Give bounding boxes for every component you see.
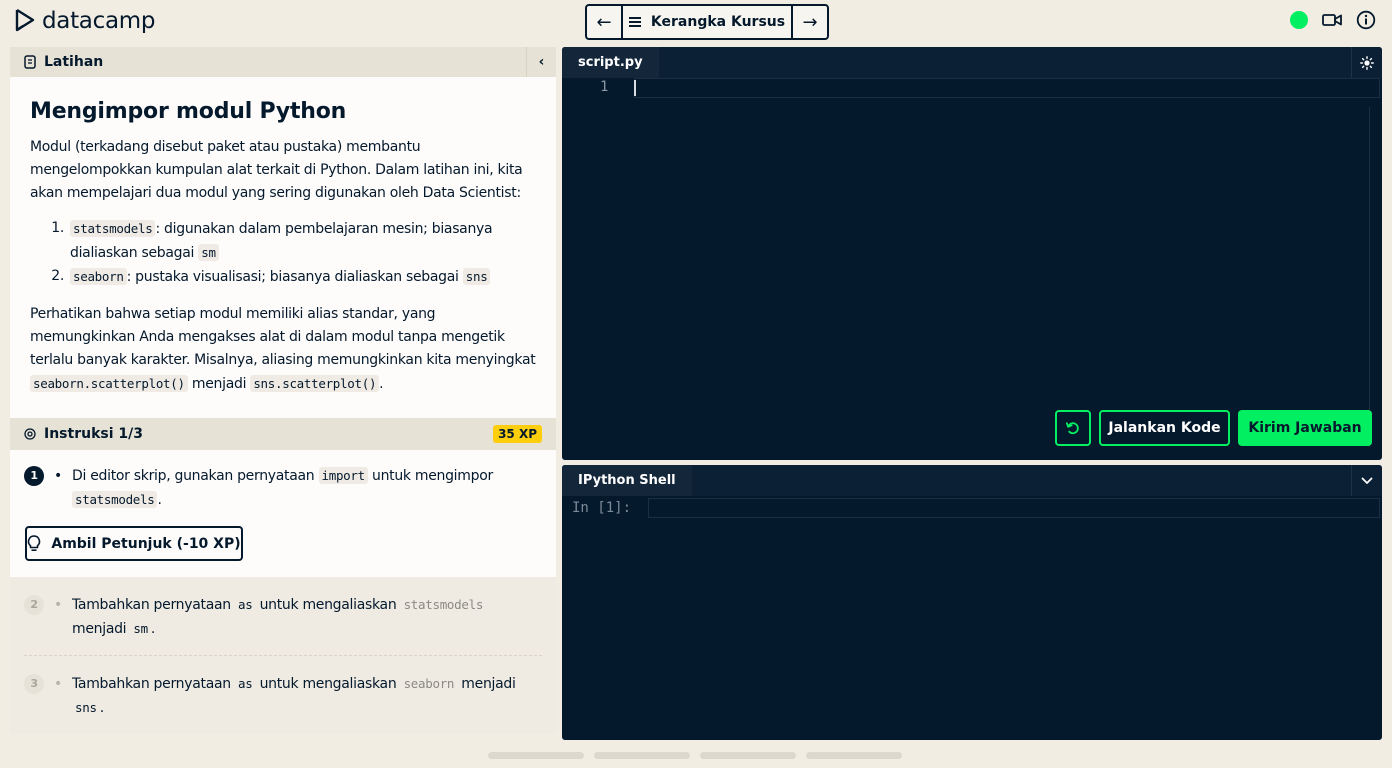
run-code-button[interactable]: Jalankan Kode	[1099, 410, 1230, 446]
datacamp-logo[interactable]: datacamp	[14, 8, 155, 34]
code-editor: script.py 1 Jalankan Kode Kirim Jawaban	[562, 47, 1382, 460]
hint-label: Ambil Petunjuk (-10 XP)	[51, 535, 241, 552]
module-list: 1. statsmodels: digunakan dalam pembelaj…	[30, 217, 536, 289]
editor-actions: Jalankan Kode Kirim Jawaban	[1055, 410, 1372, 446]
exercise-intro: Modul (terkadang disebut paket atau pust…	[30, 139, 523, 201]
hamburger-icon	[628, 17, 641, 27]
course-outline-label: Kerangka Kursus	[650, 14, 786, 30]
top-bar: datacamp ← Kerangka Kursus →	[0, 0, 1392, 44]
panel-resize-handles	[488, 752, 902, 759]
instructions-label: Instruksi 1/3	[44, 426, 143, 442]
tab-script-py[interactable]: script.py	[562, 47, 659, 78]
video-camera-icon[interactable]	[1322, 13, 1342, 27]
instruction-step-2: 2 • Tambahkan pernyataan as untuk mengal…	[24, 577, 542, 656]
lightbulb-icon	[28, 535, 41, 551]
target-icon	[24, 428, 36, 440]
ipython-shell: IPython Shell In [1]:	[562, 465, 1382, 740]
shell-prompt: In [1]:	[572, 500, 632, 516]
shell-tab-bar: IPython Shell	[562, 465, 1382, 496]
active-line-highlight	[634, 78, 1380, 98]
list-item: 1. statsmodels: digunakan dalam pembelaj…	[51, 220, 493, 261]
arrow-left-icon: ←	[596, 11, 612, 33]
next-exercise-button[interactable]: →	[793, 6, 827, 38]
shell-prompt-row: In [1]:	[572, 498, 1380, 518]
instruction-step-1: 1 • Di editor skrip, gunakan pernyataan …	[24, 464, 542, 512]
instruction-step-3: 3 • Tambahkan pernyataan as untuk mengal…	[24, 656, 542, 734]
text-cursor	[634, 80, 636, 96]
reset-code-button[interactable]	[1055, 410, 1091, 446]
exercise-description: Mengimpor modul Python Modul (terkadang …	[10, 77, 556, 418]
active-instruction: 1 • Di editor skrip, gunakan pernyataan …	[10, 450, 556, 577]
shell-collapse-button[interactable]	[1351, 465, 1382, 496]
instructions-header: Instruksi 1/3 35 XP	[10, 418, 556, 450]
editor-scrollbar[interactable]	[1369, 107, 1370, 447]
editor-code-area[interactable]: 1	[562, 78, 1382, 98]
resize-handle[interactable]	[806, 752, 902, 759]
shell-input[interactable]	[648, 498, 1380, 518]
chevron-left-icon: ‹	[538, 54, 545, 70]
collapse-panel-button[interactable]: ‹	[526, 47, 556, 77]
step-number: 2	[24, 595, 44, 615]
connection-status-dot	[1290, 11, 1308, 29]
previous-exercise-button[interactable]: ←	[587, 6, 621, 38]
tab-ipython-shell[interactable]: IPython Shell	[562, 465, 692, 496]
reset-icon	[1065, 422, 1079, 435]
datacamp-logo-icon	[15, 8, 35, 32]
resize-handle[interactable]	[594, 752, 690, 759]
exercise-section-label: Latihan	[44, 54, 104, 70]
step-number: 1	[24, 466, 44, 486]
exercise-title: Mengimpor modul Python	[30, 99, 347, 124]
resize-handle[interactable]	[488, 752, 584, 759]
info-icon[interactable]	[1356, 10, 1376, 30]
editor-tab-bar: script.py	[562, 47, 1382, 78]
list-item: 2. seaborn: pustaka visualisasi; biasany…	[30, 265, 536, 289]
xp-badge: 35 XP	[493, 425, 542, 443]
arrow-right-icon: →	[802, 11, 818, 33]
line-number: 1	[600, 79, 609, 95]
course-navigation: ← Kerangka Kursus →	[585, 4, 829, 40]
document-icon	[24, 55, 36, 69]
sun-icon	[1360, 55, 1374, 70]
exercise-header: Latihan ‹	[10, 47, 556, 77]
submit-answer-button[interactable]: Kirim Jawaban	[1238, 410, 1372, 446]
top-right-controls	[1290, 10, 1376, 30]
get-hint-button[interactable]: Ambil Petunjuk (-10 XP)	[25, 526, 243, 561]
chevron-down-icon	[1361, 477, 1373, 484]
exercise-note: Perhatikan bahwa setiap modul memiliki a…	[30, 306, 536, 392]
step-number: 3	[24, 674, 44, 694]
theme-toggle-button[interactable]	[1351, 47, 1382, 78]
logo-text: datacamp	[42, 8, 156, 34]
pending-instructions: 2 • Tambahkan pernyataan as untuk mengal…	[10, 577, 556, 734]
resize-handle[interactable]	[700, 752, 796, 759]
course-outline-button[interactable]: Kerangka Kursus	[621, 6, 793, 38]
exercise-panel: Latihan ‹ Mengimpor modul Python Modul (…	[10, 47, 556, 740]
